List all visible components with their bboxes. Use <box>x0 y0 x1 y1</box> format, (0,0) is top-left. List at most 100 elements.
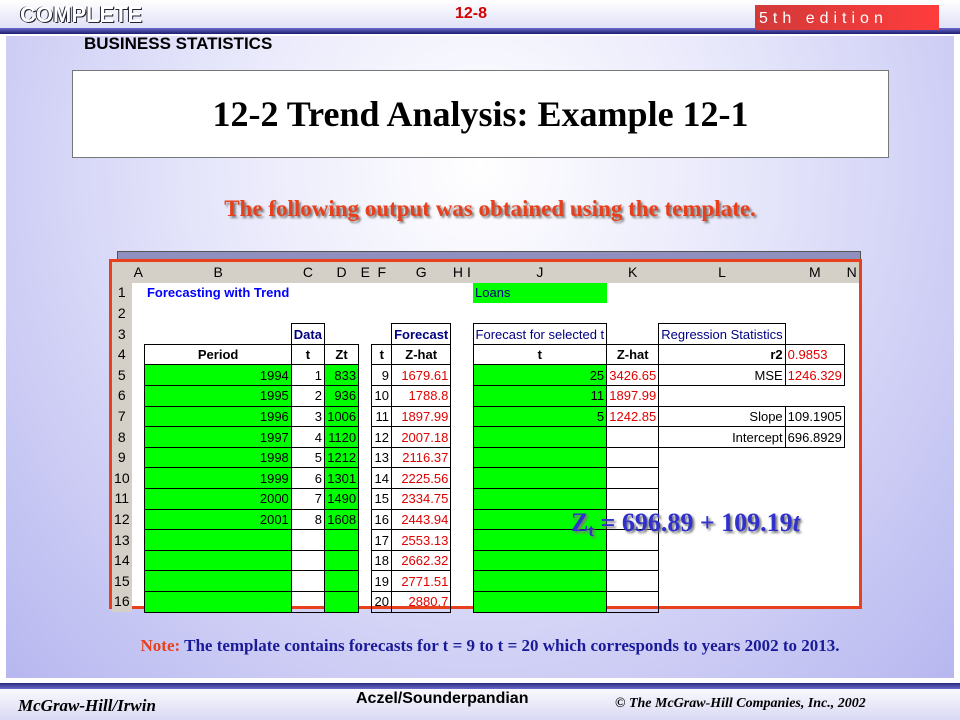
sheet-cell[interactable] <box>145 303 291 324</box>
sheet-cell[interactable] <box>451 489 465 510</box>
sheet-cell[interactable] <box>451 365 465 386</box>
forecast-t[interactable]: 14 <box>371 467 393 490</box>
sheet-cell[interactable] <box>785 468 844 489</box>
sheet-cell[interactable] <box>659 386 785 407</box>
sheet-cell[interactable] <box>659 571 785 592</box>
sheet-cell[interactable] <box>785 303 844 324</box>
forecast-t[interactable]: 17 <box>371 529 393 551</box>
sheet-cell[interactable] <box>607 303 659 324</box>
forecast-zhat[interactable]: 2880.7 <box>391 591 452 613</box>
sheet-cell[interactable] <box>359 324 372 345</box>
sheet-cell[interactable] <box>785 386 844 407</box>
sheet-cell[interactable] <box>472 570 608 592</box>
data-period[interactable]: 2000 <box>144 488 292 510</box>
sheet-cell[interactable] <box>359 283 372 304</box>
sheet-cell[interactable] <box>465 406 473 427</box>
sheet-cell[interactable] <box>785 324 844 345</box>
sheet-cell[interactable] <box>144 529 292 551</box>
sheet-cell[interactable] <box>359 344 372 365</box>
forecast-t[interactable]: 9 <box>371 364 393 387</box>
sheet-cell[interactable] <box>465 324 473 345</box>
sheet-cell[interactable] <box>465 365 473 386</box>
sheet-cell[interactable] <box>844 283 859 304</box>
sheet-cell[interactable] <box>844 509 859 530</box>
data-t[interactable]: 6 <box>290 467 326 490</box>
selected-t[interactable]: 25 <box>472 364 608 387</box>
forecast-zhat[interactable]: 2116.37 <box>391 446 452 469</box>
sheet-cell[interactable] <box>659 283 785 304</box>
forecast-t[interactable]: 10 <box>371 385 393 407</box>
row-number[interactable]: 6 <box>112 385 132 407</box>
forecast-t[interactable]: 12 <box>371 426 393 448</box>
sheet-cell[interactable] <box>844 365 859 386</box>
sheet-cell[interactable] <box>132 489 145 510</box>
row-number[interactable]: 8 <box>112 426 132 448</box>
sheet-cell[interactable] <box>785 592 844 613</box>
sheet-cell[interactable] <box>607 324 659 345</box>
sheet-cell[interactable] <box>359 530 372 551</box>
sheet-cell[interactable] <box>451 386 465 407</box>
forecast-t[interactable]: 15 <box>371 488 393 510</box>
sheet-cell[interactable] <box>844 592 859 613</box>
forecast-t[interactable]: 19 <box>371 570 393 592</box>
sheet-cell[interactable] <box>844 447 859 468</box>
selected-zhat-header[interactable]: Z-hat <box>606 343 660 366</box>
data-t[interactable]: 2 <box>290 385 326 407</box>
forecast-zhat[interactable]: 1788.8 <box>391 385 452 407</box>
data-t[interactable]: 1 <box>290 364 326 387</box>
sheet-cell[interactable] <box>359 550 372 571</box>
sheet-cell[interactable] <box>291 283 324 304</box>
column-header[interactable]: F <box>371 262 392 283</box>
row-number[interactable]: 9 <box>112 447 132 468</box>
row-number[interactable]: 15 <box>112 570 132 592</box>
intercept-label[interactable]: Intercept <box>658 426 786 448</box>
sheet-cell[interactable] <box>606 426 660 448</box>
sheet-cell[interactable] <box>465 427 473 448</box>
sheet-cell[interactable] <box>359 447 372 468</box>
forecast-zhat[interactable]: 2662.32 <box>391 549 452 572</box>
forecast-t[interactable]: 11 <box>371 405 393 428</box>
sheet-cell[interactable] <box>451 406 465 427</box>
sheet-cell[interactable] <box>132 344 145 365</box>
sheet-cell[interactable] <box>325 303 359 324</box>
forecast-zhat[interactable]: 2553.13 <box>391 529 452 551</box>
mse-label[interactable]: MSE <box>658 364 786 387</box>
slope-value[interactable]: 109.1905 <box>784 405 845 428</box>
sheet-title[interactable]: Forecasting with Trend <box>145 283 291 304</box>
sheet-cell[interactable] <box>465 447 473 468</box>
sheet-cell[interactable] <box>132 427 145 448</box>
data-z[interactable]: 1301 <box>323 467 360 490</box>
row-number[interactable]: 16 <box>112 591 132 613</box>
sheet-cell[interactable] <box>359 509 372 530</box>
data-period[interactable]: 1996 <box>144 405 292 428</box>
sheet-cell[interactable] <box>359 303 372 324</box>
sheet-cell[interactable] <box>325 324 359 345</box>
sheet-cell[interactable] <box>785 550 844 571</box>
column-header[interactable]: K <box>606 262 659 283</box>
sheet-cell[interactable] <box>472 591 608 613</box>
column-header[interactable]: C <box>291 262 325 283</box>
column-header[interactable]: M <box>785 262 845 283</box>
forecast-t[interactable]: 20 <box>371 591 393 613</box>
sheet-cell[interactable] <box>844 468 859 489</box>
sheet-cell[interactable] <box>132 283 145 304</box>
sheet-cell[interactable] <box>607 283 659 304</box>
corner-cell[interactable] <box>112 262 132 283</box>
sheet-cell[interactable] <box>359 468 372 489</box>
sheet-cell[interactable] <box>132 468 145 489</box>
sheet-cell[interactable] <box>785 489 844 510</box>
period-header[interactable]: Period <box>144 343 292 366</box>
data-period[interactable]: 2001 <box>144 508 292 531</box>
sheet-cell[interactable] <box>359 365 372 386</box>
data-t[interactable]: 7 <box>290 488 326 510</box>
sheet-cell[interactable] <box>465 530 473 551</box>
sheet-cell[interactable] <box>290 591 326 613</box>
sheet-cell[interactable] <box>451 303 465 324</box>
sheet-cell[interactable] <box>472 446 608 469</box>
sheet-cell[interactable] <box>472 426 608 448</box>
data-t[interactable]: 8 <box>290 508 326 531</box>
sheet-cell[interactable] <box>844 427 859 448</box>
sheet-cell[interactable] <box>606 446 660 469</box>
sheet-cell[interactable] <box>465 509 473 530</box>
column-header[interactable]: D <box>324 262 359 283</box>
